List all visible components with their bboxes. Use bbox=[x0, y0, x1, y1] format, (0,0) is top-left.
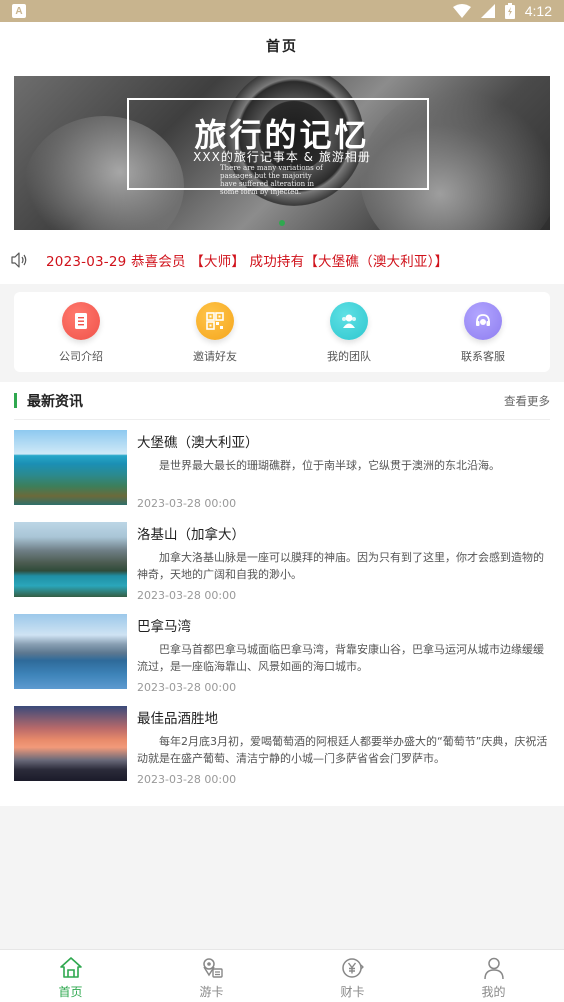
document-icon bbox=[62, 302, 100, 340]
quick-menu: 公司介绍 邀请好友 我的团队 联系客服 bbox=[0, 284, 564, 380]
notice-text: 2023-03-29 恭喜会员 【大师】 成功持有【大堡礁（澳大利亚）】 bbox=[46, 254, 449, 270]
tab-label: 财卡 bbox=[340, 984, 365, 999]
page-title: 首页 bbox=[266, 39, 298, 55]
news-item-date: 2023-03-28 00:00 bbox=[137, 773, 237, 786]
signal-icon bbox=[480, 4, 495, 18]
page-header: 首页 bbox=[0, 22, 564, 70]
news-thumbnail bbox=[14, 706, 127, 781]
tab-finance-card[interactable]: 财卡 bbox=[282, 950, 423, 1002]
news-item-title: 最佳品酒胜地 bbox=[137, 711, 218, 727]
news-thumbnail bbox=[14, 614, 127, 689]
status-time: 4:12 bbox=[524, 3, 552, 19]
tab-profile[interactable]: 我的 bbox=[423, 950, 564, 1002]
menu-label: 公司介绍 bbox=[59, 350, 103, 363]
banner-carousel[interactable]: 旅行的记忆 XXX的旅行记事本 & 旅游相册 There are many va… bbox=[14, 76, 550, 230]
quick-menu-card: 公司介绍 邀请好友 我的团队 联系客服 bbox=[14, 292, 550, 372]
banner-subtitle: XXX的旅行记事本 & 旅游相册 bbox=[193, 150, 371, 164]
tab-home[interactable]: 首页 bbox=[0, 950, 141, 1002]
bottom-tab-bar: 首页 游卡 财卡 我的 bbox=[0, 949, 564, 1002]
news-item-desc: 每年2月底3月初，爱喝葡萄酒的阿根廷人都要举办盛大的“葡萄节”庆典，庆祝活动就是… bbox=[137, 735, 548, 765]
wifi-icon bbox=[452, 4, 471, 18]
home-icon bbox=[59, 956, 82, 978]
status-bar: A 4:12 bbox=[0, 0, 564, 22]
tab-label: 我的 bbox=[481, 984, 506, 999]
news-thumbnail bbox=[14, 430, 127, 505]
news-item-desc: 是世界最大最长的珊瑚礁群，位于南半球，它纵贯于澳洲的东北沿海。 bbox=[159, 459, 500, 472]
news-item-date: 2023-03-28 00:00 bbox=[137, 681, 237, 694]
app-notification-icon: A bbox=[12, 4, 26, 18]
speaker-icon bbox=[11, 252, 27, 268]
menu-label: 我的团队 bbox=[327, 350, 371, 363]
section-accent-bar bbox=[14, 393, 17, 408]
menu-label: 联系客服 bbox=[461, 350, 505, 363]
news-item-desc: 加拿大洛基山脉是一座可以膜拜的神庙。因为只有到了这里，你才会感到造物的神奇，天地… bbox=[137, 551, 544, 581]
news-item-date: 2023-03-28 00:00 bbox=[137, 497, 237, 510]
news-section: 最新资讯 查看更多 大堡礁（澳大利亚） 是世界最大最长的珊瑚礁群，位于南半球，它… bbox=[0, 382, 564, 806]
tab-label: 游卡 bbox=[199, 984, 224, 999]
menu-label: 邀请好友 bbox=[193, 350, 237, 363]
news-title-text: 最新资讯 bbox=[27, 393, 83, 410]
news-section-title: 最新资讯 bbox=[14, 391, 83, 411]
news-item-body: 洛基山（加拿大） 加拿大洛基山脉是一座可以膜拜的神庙。因为只有到了这里，你才会感… bbox=[137, 522, 550, 604]
profile-icon bbox=[483, 957, 504, 979]
menu-item-invite-friends[interactable]: 邀请好友 bbox=[148, 292, 282, 372]
news-item-title: 巴拿马湾 bbox=[137, 619, 191, 635]
news-item-title: 洛基山（加拿大） bbox=[137, 527, 245, 543]
menu-item-customer-service[interactable]: 联系客服 bbox=[416, 292, 550, 372]
banner-container: 旅行的记忆 XXX的旅行记事本 & 旅游相册 There are many va… bbox=[0, 70, 564, 236]
battery-icon bbox=[504, 3, 515, 19]
headset-icon bbox=[464, 302, 502, 340]
view-more-link[interactable]: 查看更多 bbox=[504, 393, 550, 409]
news-item-desc: 巴拿马首都巴拿马城面临巴拿马湾，背靠安康山谷，巴拿马运河从城市边缘缓缓流过，是一… bbox=[137, 643, 544, 673]
tab-travel-card[interactable]: 游卡 bbox=[141, 950, 282, 1002]
menu-item-my-team[interactable]: 我的团队 bbox=[282, 292, 416, 372]
news-item-body: 巴拿马湾 巴拿马首都巴拿马城面临巴拿马湾，背靠安康山谷，巴拿马运河从城市边缘缓缓… bbox=[137, 614, 550, 696]
finance-card-icon bbox=[341, 957, 364, 978]
notice-bar: 2023-03-29 恭喜会员 【大师】 成功持有【大堡礁（澳大利亚）】 bbox=[0, 236, 564, 284]
carousel-indicator-dot[interactable] bbox=[279, 220, 285, 226]
news-item[interactable]: 最佳品酒胜地 每年2月底3月初，爱喝葡萄酒的阿根廷人都要举办盛大的“葡萄节”庆典… bbox=[14, 696, 550, 788]
tab-label: 首页 bbox=[58, 984, 83, 999]
team-icon bbox=[330, 302, 368, 340]
news-item-body: 大堡礁（澳大利亚） 是世界最大最长的珊瑚礁群，位于南半球，它纵贯于澳洲的东北沿海… bbox=[137, 430, 550, 512]
travel-card-icon bbox=[202, 957, 223, 978]
news-item[interactable]: 巴拿马湾 巴拿马首都巴拿马城面临巴拿马湾，背靠安康山谷，巴拿马运河从城市边缘缓缓… bbox=[14, 604, 550, 696]
news-item[interactable]: 大堡礁（澳大利亚） 是世界最大最长的珊瑚礁群，位于南半球，它纵贯于澳洲的东北沿海… bbox=[14, 420, 550, 512]
news-item[interactable]: 洛基山（加拿大） 加拿大洛基山脉是一座可以膜拜的神庙。因为只有到了这里，你才会感… bbox=[14, 512, 550, 604]
news-item-title: 大堡礁（澳大利亚） bbox=[137, 435, 259, 451]
news-item-body: 最佳品酒胜地 每年2月底3月初，爱喝葡萄酒的阿根廷人都要举办盛大的“葡萄节”庆典… bbox=[137, 706, 550, 788]
menu-item-company-intro[interactable]: 公司介绍 bbox=[14, 292, 148, 372]
news-header: 最新资讯 查看更多 bbox=[14, 382, 550, 420]
banner-small-text: There are many variations of passages bu… bbox=[220, 164, 323, 196]
news-thumbnail bbox=[14, 522, 127, 597]
news-item-date: 2023-03-28 00:00 bbox=[137, 589, 237, 602]
qrcode-icon bbox=[196, 302, 234, 340]
